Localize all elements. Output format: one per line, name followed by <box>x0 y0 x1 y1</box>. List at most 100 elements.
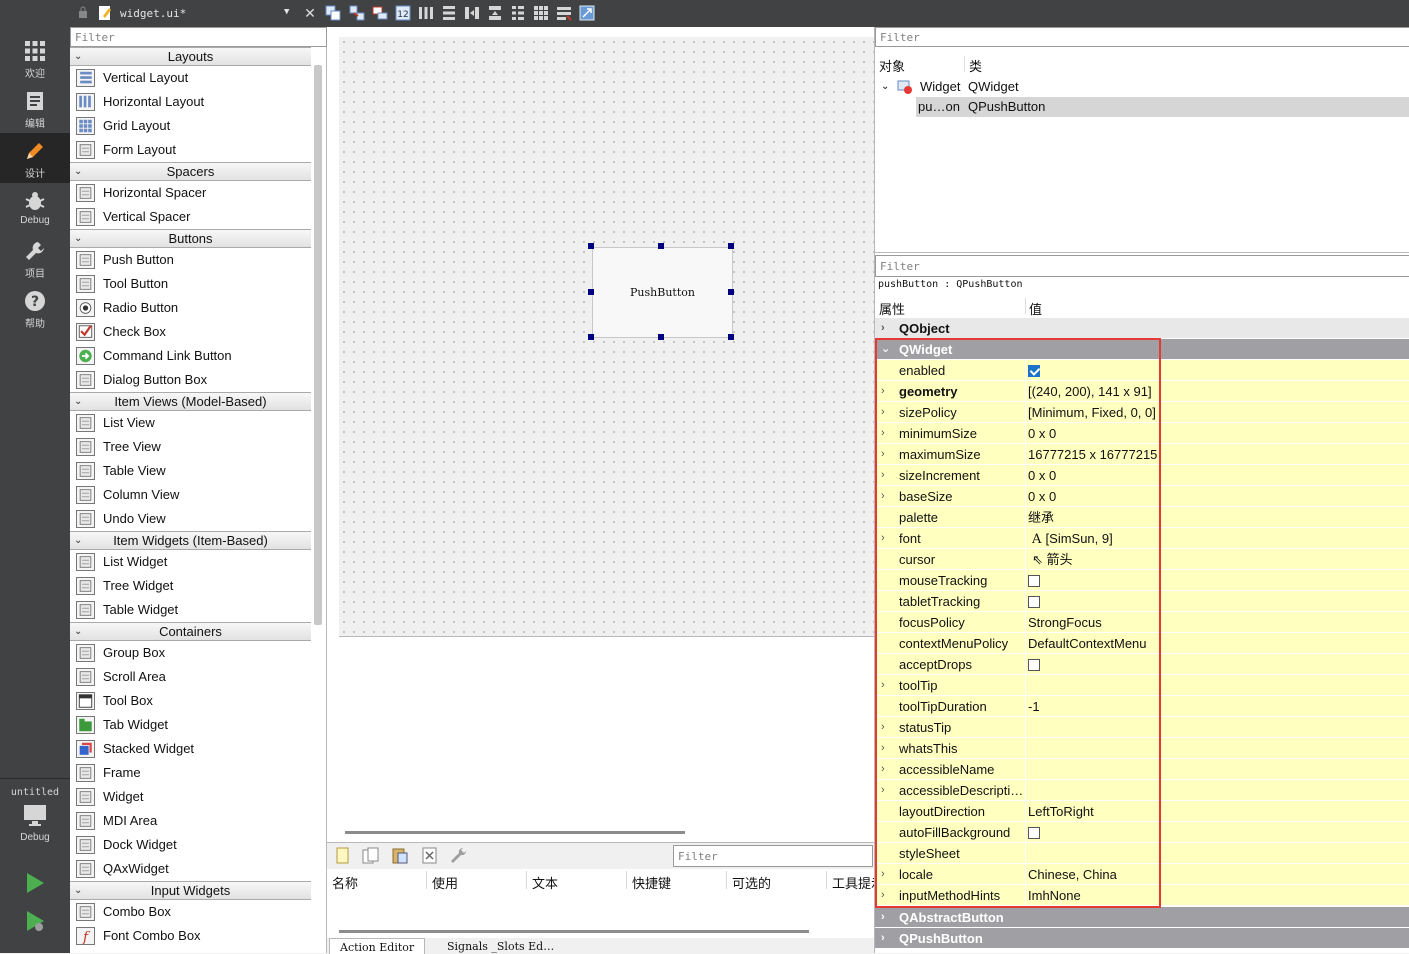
group-qpushbutton[interactable]: › QPushButton <box>875 928 1409 949</box>
run-icon[interactable] <box>22 870 48 896</box>
chevron-down-icon[interactable]: ⌄ <box>881 339 890 360</box>
widget-item[interactable]: Horizontal Layout <box>70 90 311 114</box>
property-row-stylesheet[interactable]: styleSheet <box>875 843 1409 864</box>
property-editor-filter-input[interactable]: Filter <box>875 255 1409 277</box>
widget-item[interactable]: Column View <box>70 483 311 507</box>
property-row-cursor[interactable]: cursor ⇖ 箭头 <box>875 549 1409 570</box>
widget-item[interactable]: Table Widget <box>70 598 311 622</box>
chevron-down-icon[interactable]: ⌄ <box>74 623 82 640</box>
widget-item[interactable]: f Font Combo Box <box>70 924 311 948</box>
mode-help[interactable]: ? 帮助 <box>0 283 70 333</box>
property-row-basesize[interactable]: › baseSize 0 x 0 <box>875 486 1409 507</box>
configure-action-icon[interactable] <box>449 846 468 865</box>
property-value[interactable] <box>1028 654 1408 675</box>
widget-box-scrollbar[interactable] <box>314 65 322 625</box>
property-checkbox[interactable] <box>1028 575 1040 587</box>
paste-action-icon[interactable] <box>390 846 409 865</box>
tab-signals-slots[interactable]: Signals _Slots Ed… <box>437 938 564 954</box>
widget-item[interactable]: Table View <box>70 459 311 483</box>
widget-item[interactable]: Dialog Button Box <box>70 368 311 392</box>
chevron-right-icon[interactable]: › <box>881 423 885 444</box>
property-checkbox[interactable] <box>1028 827 1040 839</box>
action-editor-scrollbar[interactable] <box>339 930 809 933</box>
widget-item[interactable]: Radio Button <box>70 296 311 320</box>
widget-box-filter-input[interactable]: Filter <box>70 27 327 47</box>
layout-splitter-horizontal-icon[interactable] <box>464 5 480 21</box>
property-row-inputmethodhints[interactable]: › inputMethodHints ImhNone <box>875 885 1409 906</box>
layout-grid-icon[interactable] <box>533 5 549 21</box>
mode-edit[interactable]: 编辑 <box>0 83 70 133</box>
property-row-locale[interactable]: › locale Chinese, China <box>875 864 1409 885</box>
group-qobject[interactable]: › QObject <box>875 318 1409 339</box>
chevron-right-icon[interactable]: › <box>881 402 885 423</box>
close-file-icon[interactable]: ✕ <box>302 5 318 21</box>
property-row-sizeincrement[interactable]: › sizeIncrement 0 x 0 <box>875 465 1409 486</box>
property-row-mousetracking[interactable]: mouseTracking <box>875 570 1409 591</box>
selection-handle[interactable] <box>658 334 664 340</box>
widget-item[interactable]: List Widget <box>70 550 311 574</box>
property-row-statustip[interactable]: › statusTip <box>875 717 1409 738</box>
chevron-right-icon[interactable]: › <box>881 675 885 696</box>
property-value[interactable]: 0 x 0 <box>1028 486 1408 507</box>
column-header[interactable]: 属性 <box>879 299 905 318</box>
chevron-right-icon[interactable]: › <box>881 738 885 759</box>
widget-item[interactable]: Tree Widget <box>70 574 311 598</box>
property-row-whatsthis[interactable]: › whatsThis <box>875 738 1409 759</box>
property-row-accessiblename[interactable]: › accessibleName <box>875 759 1409 780</box>
chevron-right-icon[interactable]: › <box>881 864 885 885</box>
chevron-down-icon[interactable]: ⌄ <box>74 230 82 247</box>
property-value[interactable]: -1 <box>1028 696 1408 717</box>
property-row-layoutdirection[interactable]: layoutDirection LeftToRight <box>875 801 1409 822</box>
widget-item[interactable]: Widget <box>70 785 311 809</box>
selection-handle[interactable] <box>728 289 734 295</box>
property-value[interactable] <box>1028 591 1408 612</box>
property-value[interactable]: [Minimum, Fixed, 0, 0] <box>1028 402 1408 423</box>
chevron-right-icon[interactable]: › <box>881 528 885 549</box>
column-header[interactable]: 快捷键 <box>632 873 671 892</box>
property-row-enabled[interactable]: enabled <box>875 360 1409 381</box>
widget-item[interactable]: Grid Layout <box>70 114 311 138</box>
selection-handle[interactable] <box>658 243 664 249</box>
property-value[interactable]: 0 x 0 <box>1028 465 1408 486</box>
mode-welcome[interactable]: 欢迎 <box>0 33 70 83</box>
property-value[interactable]: [(240, 200), 141 x 91] <box>1028 381 1408 402</box>
property-value[interactable]: DefaultContextMenu <box>1028 633 1408 654</box>
chevron-right-icon[interactable]: › <box>881 780 885 801</box>
layout-form-icon[interactable] <box>510 5 526 21</box>
layout-horizontal-icon[interactable] <box>418 5 434 21</box>
widget-item[interactable]: Undo View <box>70 507 311 531</box>
widget-item[interactable]: Tab Widget <box>70 713 311 737</box>
property-row-sizepolicy[interactable]: › sizePolicy [Minimum, Fixed, 0, 0] <box>875 402 1409 423</box>
widget-item[interactable]: Group Box <box>70 641 311 665</box>
chevron-right-icon[interactable]: › <box>881 486 885 507</box>
edit-widgets-icon[interactable] <box>325 5 341 21</box>
editor-horizontal-scrollbar[interactable] <box>345 831 685 834</box>
column-header[interactable]: 可选的 <box>732 873 771 892</box>
property-row-minimumsize[interactable]: › minimumSize 0 x 0 <box>875 423 1409 444</box>
delete-action-icon[interactable] <box>420 846 439 865</box>
property-value[interactable]: 16777215 x 16777215 <box>1028 444 1408 465</box>
chevron-right-icon[interactable]: › <box>881 318 885 339</box>
property-row-contextmenupolicy[interactable]: contextMenuPolicy DefaultContextMenu <box>875 633 1409 654</box>
column-header[interactable]: 值 <box>1029 299 1042 318</box>
form-push-button[interactable]: PushButton <box>592 247 733 338</box>
new-action-icon[interactable] <box>333 846 352 865</box>
chevron-down-icon[interactable]: ⌄ <box>74 163 82 180</box>
target-selector[interactable]: untitled Debug <box>0 785 70 855</box>
layout-splitter-vertical-icon[interactable] <box>487 5 503 21</box>
form-canvas[interactable]: PushButton <box>339 37 874 637</box>
property-row-accessibledescripti[interactable]: › accessibleDescripti… <box>875 780 1409 801</box>
break-layout-icon[interactable] <box>556 5 572 21</box>
property-value[interactable]: 继承 <box>1028 507 1408 528</box>
chevron-right-icon[interactable]: › <box>881 907 885 928</box>
property-value[interactable]: StrongFocus <box>1028 612 1408 633</box>
property-row-maximumsize[interactable]: › maximumSize 16777215 x 16777215 <box>875 444 1409 465</box>
chevron-right-icon[interactable]: › <box>881 444 885 465</box>
edit-signals-icon[interactable] <box>349 5 365 21</box>
group-qabstractbutton[interactable]: › QAbstractButton <box>875 907 1409 928</box>
widget-item[interactable]: Command Link Button <box>70 344 311 368</box>
adjust-size-icon[interactable] <box>579 5 595 21</box>
mode-design[interactable]: 设计 <box>0 133 70 183</box>
property-value[interactable]: Chinese, China <box>1028 864 1408 885</box>
widget-item[interactable]: Stacked Widget <box>70 737 311 761</box>
